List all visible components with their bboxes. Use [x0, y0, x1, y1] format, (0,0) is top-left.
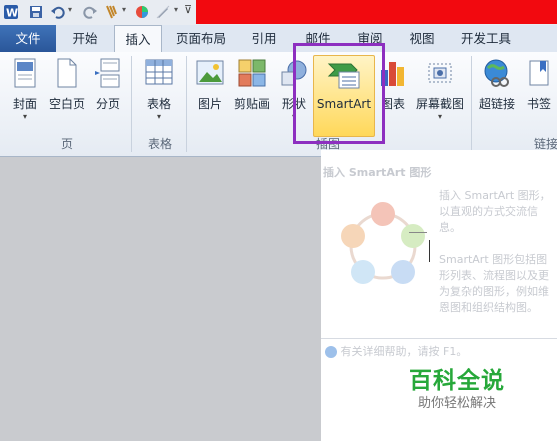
tooltip-line: 以直观的方式交流信 [439, 205, 538, 218]
page-break-label: 分页 [95, 97, 120, 111]
screenshot-dropdown-icon: ▾ [437, 112, 442, 121]
group-separator [131, 56, 132, 152]
tab-view[interactable]: 视图 [402, 25, 442, 52]
tab-developer[interactable]: 开发工具 [454, 25, 518, 52]
undo-dropdown-icon[interactable]: ▾ [68, 5, 72, 14]
undo-icon[interactable] [50, 4, 66, 20]
page-break-button[interactable]: 分页 [90, 54, 126, 134]
watermark-title: 百科全说 [409, 368, 505, 394]
tooltip-description: 插入 SmartArt 图形， 以直观的方式交流信 息。 SmartArt 图形… [439, 188, 551, 316]
watermark-subtitle: 助你轻松解决 [417, 396, 496, 411]
tooltip-line: 息。 [439, 221, 461, 234]
tab-home[interactable]: 开始 [64, 25, 106, 52]
group-separator [471, 56, 472, 152]
help-icon [325, 346, 337, 358]
watermark-logo: 百科全说 助你轻松解决 [392, 357, 522, 417]
save-icon[interactable] [28, 4, 44, 20]
group-separator [186, 56, 187, 152]
hyperlink-button[interactable]: 超链接 [475, 54, 519, 134]
table-button[interactable]: 表格 ▾ [138, 54, 180, 134]
customize-qat-icon[interactable]: ⊽ [184, 3, 192, 16]
painter-dropdown-icon[interactable]: ▾ [122, 5, 126, 14]
cover-dropdown-icon: ▾ [22, 112, 27, 121]
smartart-preview-icon [341, 202, 425, 284]
tooltip-line: 为复杂的图形，例如维 [439, 285, 549, 298]
color-wheel-icon[interactable] [134, 4, 150, 20]
clipart-label: 剪贴画 [233, 97, 270, 111]
tooltip-line: SmartArt 图形包括图 [439, 253, 548, 266]
table-dropdown-icon: ▾ [156, 112, 161, 121]
screenshot-button[interactable]: 屏幕截图 ▾ [412, 54, 468, 134]
pen-dropdown-icon[interactable]: ▾ [174, 5, 178, 14]
word-app-icon[interactable]: W [3, 4, 19, 20]
cursor-crosshair [409, 232, 427, 233]
cover-page-icon [14, 58, 36, 88]
ribbon-panel: 封面 ▾ 空白页 分页 页 表格 ▾ 表格 图片 剪贴画 形状 ▾ SmartA… [0, 52, 557, 157]
picture-icon [196, 60, 224, 85]
cover-page-button[interactable]: 封面 ▾ [6, 54, 44, 134]
title-banner [196, 0, 557, 24]
blank-page-label: 空白页 [48, 97, 85, 111]
screenshot-label: 屏幕截图 [415, 97, 464, 111]
bookmark-button[interactable]: 书签 [522, 54, 556, 134]
bookmark-label: 书签 [526, 97, 551, 111]
hyperlink-label: 超链接 [478, 97, 515, 111]
group-label-pages: 页 [60, 137, 73, 151]
blank-page-icon [57, 58, 77, 88]
tooltip-line: 恩图和组织结构图。 [439, 301, 538, 314]
tab-references[interactable]: 引用 [244, 25, 284, 52]
picture-button[interactable]: 图片 [192, 54, 228, 134]
picture-label: 图片 [197, 97, 222, 111]
text-cursor [429, 240, 430, 262]
bookmark-icon [529, 60, 549, 86]
table-icon [145, 59, 173, 85]
tooltip-title: 插入 SmartArt 图形 [323, 166, 432, 179]
clipart-icon [238, 59, 266, 87]
tab-file[interactable]: 文件 [0, 25, 56, 52]
table-label: 表格 [146, 97, 171, 111]
clipart-button[interactable]: 剪贴画 [230, 54, 274, 134]
format-painter-icon[interactable] [104, 4, 120, 20]
group-label-tables: 表格 [147, 137, 172, 151]
pen-icon[interactable] [155, 4, 171, 20]
tooltip-line: 形列表、流程图以及更 [439, 269, 549, 282]
svg-text:W: W [6, 7, 18, 20]
tab-page-layout[interactable]: 页面布局 [170, 25, 232, 52]
tooltip-line: 插入 SmartArt 图形， [439, 189, 551, 202]
hyperlink-icon [484, 59, 509, 87]
ribbon-tab-bar: 文件 开始 插入 页面布局 引用 邮件 审阅 视图 开发工具 [0, 25, 557, 54]
blank-page-button[interactable]: 空白页 [46, 54, 88, 134]
cover-page-label: 封面 [12, 97, 37, 111]
smartart-tooltip: 插入 SmartArt 图形 插入 SmartArt 图形， 以直观的方式交流信… [321, 162, 557, 358]
smartart-highlight-box [293, 43, 385, 144]
screenshot-icon [428, 63, 452, 83]
page-break-icon [95, 58, 120, 88]
redo-icon[interactable] [82, 4, 98, 20]
tooltip-divider [321, 338, 557, 339]
tab-insert[interactable]: 插入 [114, 25, 162, 54]
